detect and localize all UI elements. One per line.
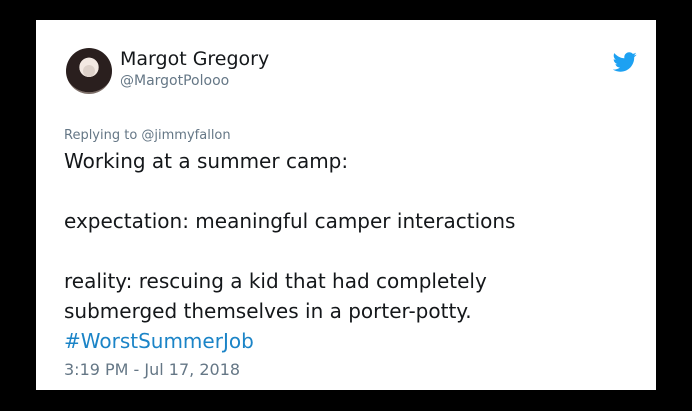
author-handle[interactable]: @MargotPolooo <box>120 73 229 89</box>
tweet-line: Working at a summer camp: <box>64 149 349 173</box>
author-name[interactable]: Margot Gregory <box>120 48 269 70</box>
tweet-line: expectation: meaningful camper interacti… <box>64 209 516 233</box>
hashtag-link[interactable]: #WorstSummerJob <box>64 326 629 356</box>
tweet-card: Margot Gregory @MargotPolooo Replying to… <box>36 20 656 390</box>
avatar[interactable] <box>66 48 112 94</box>
tweet-line: submerged themselves in a porter-potty. <box>64 299 472 323</box>
replying-to[interactable]: Replying to @jimmyfallon <box>64 128 231 143</box>
twitter-bird-icon[interactable] <box>613 50 637 74</box>
tweet-line: reality: rescuing a kid that had complet… <box>64 269 487 293</box>
tweet-body: Working at a summer camp: expectation: m… <box>64 146 629 356</box>
tweet-timestamp[interactable]: 3:19 PM - Jul 17, 2018 <box>64 360 240 379</box>
